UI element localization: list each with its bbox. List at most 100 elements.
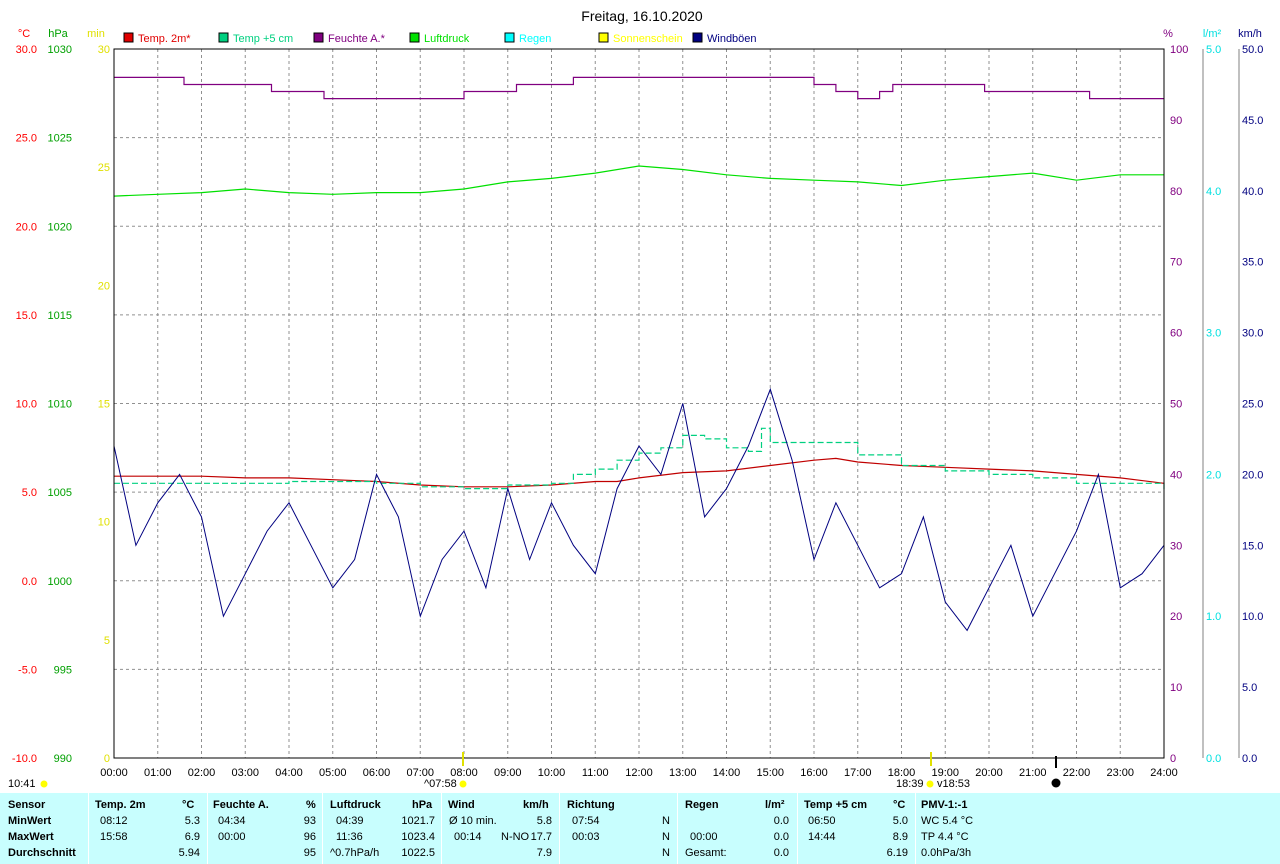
tick-label-sunshine: 25 <box>98 162 110 174</box>
pressure-max-time: 11:36 <box>336 831 363 843</box>
x-tick-label: 16:00 <box>800 767 828 779</box>
tick-label-pressure: 1010 <box>48 399 72 411</box>
axis-unit-sunshine: min <box>87 28 105 40</box>
legend-swatch <box>123 32 134 43</box>
tick-label-wind: 0.0 <box>1242 753 1257 765</box>
x-tick-label: 00:00 <box>100 767 128 779</box>
x-tick-label: 05:00 <box>319 767 347 779</box>
legend-label: Regen <box>519 33 551 45</box>
tick-label-pressure: 990 <box>54 753 72 765</box>
direction-max-time: 00:03 <box>572 831 600 843</box>
temp2m-max-time: 15:58 <box>100 831 128 843</box>
tick-label-humidity: 0 <box>1170 753 1176 765</box>
tick-label-wind: 5.0 <box>1242 682 1257 694</box>
tick-label-rain: 3.0 <box>1206 328 1221 340</box>
wind-header: Wind <box>448 799 475 811</box>
tick-label-wind: 30.0 <box>1242 328 1263 340</box>
wind-avg: 7.9 <box>536 847 552 859</box>
legend-swatch <box>692 32 703 43</box>
legend-swatch <box>313 32 324 43</box>
tick-label-wind: 40.0 <box>1242 186 1263 198</box>
legend-label: Luftdruck <box>424 33 470 45</box>
tick-label-pressure: 1030 <box>48 44 72 56</box>
pmv-header: PMV-1:-1 <box>921 799 968 811</box>
tick-label-wind: 25.0 <box>1242 399 1263 411</box>
tick-label-humidity: 10 <box>1170 682 1182 694</box>
rain-header: Regen <box>685 799 719 811</box>
tick-label-wind: 20.0 <box>1242 469 1263 481</box>
x-tick-label: 10:00 <box>538 767 566 779</box>
tick-label-temp: -10.0 <box>12 753 37 765</box>
direction-header: Richtung <box>567 799 615 811</box>
tick-label-temp: 30.0 <box>16 44 37 56</box>
wind-max-time: 00:14 <box>454 831 482 843</box>
tick-label-pressure: 1025 <box>48 133 72 145</box>
stats-panel: Sensor MinWert MaxWert Durchschnitt Temp… <box>0 793 1280 864</box>
direction-min-time: 07:54 <box>572 815 600 827</box>
tick-label-humidity: 70 <box>1170 257 1182 269</box>
tick-label-sunshine: 5 <box>104 635 110 647</box>
weather-chart: Freitag, 16.10.2020 °C hPa min % l/m² km… <box>0 0 1280 793</box>
tick-label-sunshine: 10 <box>98 517 110 529</box>
temp2m-min-time: 08:12 <box>100 815 128 827</box>
direction-max-value: N <box>662 831 670 843</box>
pressure-trend: ^0.7hPa/h <box>330 847 380 859</box>
x-tick-label: 20:00 <box>975 767 1003 779</box>
tick-label-pressure: 1015 <box>48 310 72 322</box>
temp5cm-max-value: 8.9 <box>892 831 908 843</box>
x-tick-label: 03:00 <box>231 767 259 779</box>
moon-icon <box>1051 778 1061 788</box>
tick-label-temp: 15.0 <box>16 310 37 322</box>
x-tick-label: 02:00 <box>188 767 216 779</box>
tick-label-pressure: 995 <box>54 664 72 676</box>
x-tick-label: 12:00 <box>625 767 653 779</box>
rain-unit: l/m² <box>765 799 785 811</box>
wind-avg10-label: Ø 10 min. <box>449 815 497 827</box>
legend-swatch <box>218 32 229 43</box>
axis-unit-humidity: % <box>1163 28 1173 40</box>
rain-max-time: 00:00 <box>690 831 718 843</box>
tick-label-temp: 20.0 <box>16 221 37 233</box>
legend-label: Temp. 2m* <box>138 33 191 45</box>
rain-max-value: 0.0 <box>773 831 789 843</box>
tick-label-pressure: 1000 <box>48 576 72 588</box>
temp5cm-min-time: 06:50 <box>808 815 836 827</box>
tick-label-humidity: 100 <box>1170 44 1188 56</box>
wind-avg10-value: 5.8 <box>536 815 552 827</box>
tick-label-sunshine: 0 <box>104 753 110 765</box>
x-tick-label: 11:00 <box>582 767 609 779</box>
tick-label-rain: 4.0 <box>1206 186 1221 198</box>
temp2m-avg: 5.94 <box>178 847 200 859</box>
tick-label-pressure: 1020 <box>48 221 72 233</box>
tick-label-temp: 0.0 <box>22 576 37 588</box>
tick-label-sunshine: 20 <box>98 280 110 292</box>
temp5cm-header: Temp +5 cm <box>804 799 868 811</box>
sunrise-time: ^07:58 <box>424 778 457 790</box>
temp5cm-unit: °C <box>893 799 906 811</box>
row-label-max: MaxWert <box>8 831 54 843</box>
tick-label-sunshine: 30 <box>98 44 110 56</box>
x-tick-label: 22:00 <box>1063 767 1091 779</box>
tick-label-wind: 50.0 <box>1242 44 1263 56</box>
row-label-sensor: Sensor <box>8 799 46 811</box>
chart-title: Freitag, 16.10.2020 <box>581 8 703 24</box>
pressure-max-value: 1023.4 <box>401 831 435 843</box>
x-tick-label: 15:00 <box>756 767 784 779</box>
tick-label-temp: 10.0 <box>16 399 37 411</box>
temp5cm-avg: 6.19 <box>886 847 908 859</box>
direction-avg: N <box>662 847 670 859</box>
x-tick-label: 04:00 <box>275 767 303 779</box>
sunset-time: v18:53 <box>937 778 970 790</box>
sun-icon <box>926 780 934 788</box>
rain-total-value: 0.0 <box>773 847 789 859</box>
tick-label-temp: 5.0 <box>22 487 37 499</box>
pressure-unit: hPa <box>412 799 433 811</box>
tick-label-temp: -5.0 <box>18 664 37 676</box>
temp2m-header: Temp. 2m <box>95 799 146 811</box>
pressure-min-value: 1021.7 <box>401 815 435 827</box>
axis-unit-wind: km/h <box>1238 28 1262 40</box>
x-tick-label: 14:00 <box>713 767 741 779</box>
tick-label-rain: 1.0 <box>1206 611 1221 623</box>
moonset-time: 18:39 <box>896 778 924 790</box>
x-tick-label: 17:00 <box>844 767 872 779</box>
